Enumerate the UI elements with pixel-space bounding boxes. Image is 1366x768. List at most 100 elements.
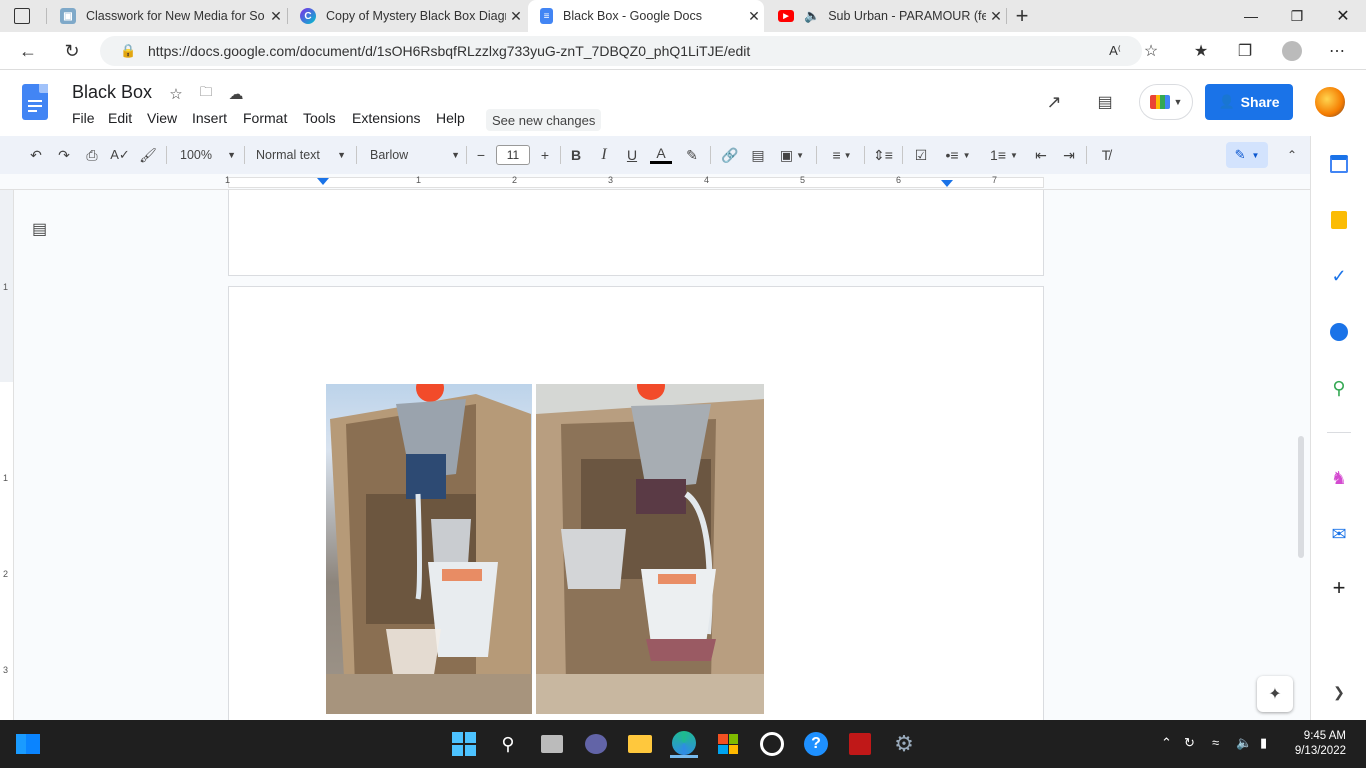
right-indent-marker[interactable]	[941, 180, 953, 187]
sync-icon[interactable]: ↻	[1184, 735, 1195, 751]
keep-icon[interactable]	[1327, 208, 1351, 232]
expand-panel-icon[interactable]: ❯	[1327, 680, 1351, 704]
account-avatar[interactable]	[1313, 85, 1347, 119]
taskbar-clock[interactable]: 9:45 AM 9/13/2022	[1295, 729, 1346, 759]
editing-mode-button[interactable]: ✎ ▼	[1226, 142, 1268, 168]
style-dropdown[interactable]: Normal text ▼	[256, 144, 346, 166]
clear-formatting-icon[interactable]: T̸	[1096, 144, 1116, 166]
menu-edit[interactable]: Edit	[108, 110, 132, 126]
font-size-input[interactable]: 11	[496, 145, 530, 165]
refresh-button[interactable]: ↻	[58, 37, 86, 65]
close-tab-icon[interactable]: ✕	[744, 8, 764, 25]
tab-actions-icon[interactable]	[14, 8, 30, 24]
more-menu-icon[interactable]: ⋯	[1324, 38, 1350, 64]
tab-google-docs[interactable]: ≡ Black Box - Google Docs ✕	[528, 0, 764, 32]
file-explorer-icon[interactable]	[626, 730, 654, 758]
star-icon[interactable]: ☆	[166, 84, 186, 104]
numbered-list-icon[interactable]: 1≡ ▼	[986, 144, 1022, 166]
close-tab-icon[interactable]: ✕	[266, 8, 286, 25]
microsoft-store-icon[interactable]	[714, 730, 742, 758]
unicorn-addon-icon[interactable]: ♞	[1327, 466, 1351, 490]
menu-insert[interactable]: Insert	[192, 110, 227, 126]
comments-icon[interactable]: ▤	[1095, 92, 1115, 112]
increase-font-size-icon[interactable]: +	[536, 144, 554, 166]
font-dropdown[interactable]: Barlow ▼	[370, 144, 460, 166]
app-icon[interactable]	[758, 730, 786, 758]
new-tab-button[interactable]: +	[1012, 3, 1032, 29]
text-color-icon[interactable]: A	[650, 144, 672, 164]
close-tab-icon[interactable]: ✕	[986, 8, 1006, 25]
show-hidden-icons[interactable]: ⌃	[1161, 735, 1172, 751]
favorites-icon[interactable]: ★	[1188, 38, 1214, 64]
url-field[interactable]: 🔒 https://docs.google.com/document/d/1sO…	[100, 36, 1142, 66]
italic-icon[interactable]: I	[594, 144, 614, 166]
zoom-dropdown[interactable]: 100% ▼	[180, 144, 236, 166]
battery-icon[interactable]: ▮	[1260, 735, 1267, 751]
tab-canva[interactable]: C Copy of Mystery Black Box Diagr ✕	[288, 0, 526, 32]
volume-icon[interactable]: 🔈	[1236, 735, 1252, 751]
tab-youtube[interactable]: ▶ 🔈 Sub Urban - PARAMOUR (fe ✕	[766, 0, 1006, 32]
undo-icon[interactable]: ↶	[26, 144, 46, 166]
explore-icon[interactable]: ✦	[1257, 676, 1293, 712]
start-icon[interactable]	[450, 730, 478, 758]
help-icon[interactable]: ?	[802, 730, 830, 758]
document-page[interactable]	[228, 286, 1044, 726]
insert-image-icon[interactable]: ▣ ▼	[776, 144, 808, 166]
add-addon-icon[interactable]: +	[1327, 575, 1351, 600]
menu-help[interactable]: Help	[436, 110, 465, 126]
settings-icon[interactable]: ⚙	[890, 730, 918, 758]
profile-icon[interactable]	[1279, 38, 1305, 64]
align-icon[interactable]: ≡ ▼	[826, 144, 858, 166]
share-button[interactable]: 👤 Share	[1205, 84, 1293, 120]
activity-trend-icon[interactable]: ↗	[1044, 92, 1064, 112]
decrease-font-size-icon[interactable]: −	[472, 144, 490, 166]
menu-format[interactable]: Format	[243, 110, 287, 126]
taskbar-widgets-icon[interactable]	[538, 730, 566, 758]
redo-icon[interactable]: ↷	[54, 144, 74, 166]
calendar-icon[interactable]	[1327, 152, 1351, 176]
tasks-icon[interactable]: ✓	[1327, 264, 1351, 288]
add-comment-icon[interactable]: ▤	[748, 144, 768, 166]
move-folder-icon[interactable]: 🗀	[196, 84, 216, 104]
speaker-icon[interactable]: 🔈	[804, 8, 820, 24]
see-new-changes-button[interactable]: See new changes	[486, 109, 602, 131]
decrease-indent-icon[interactable]: ⇤	[1030, 144, 1052, 166]
black-box-photo-1[interactable]	[326, 384, 532, 714]
docs-logo-icon[interactable]	[22, 84, 48, 120]
meet-button[interactable]: ▼	[1139, 84, 1193, 120]
close-tab-icon[interactable]: ✕	[506, 8, 526, 25]
document-title[interactable]: Black Box	[72, 82, 152, 103]
document-outline-icon[interactable]: ▤	[32, 219, 54, 239]
bulleted-list-icon[interactable]: •≡ ▼	[940, 144, 976, 166]
black-box-photo-2[interactable]	[536, 384, 764, 714]
mail-merge-addon-icon[interactable]: ✉	[1327, 522, 1351, 546]
bold-icon[interactable]: B	[566, 144, 586, 166]
checklist-icon[interactable]: ☑	[910, 144, 932, 166]
collections-icon[interactable]: ❐	[1232, 38, 1258, 64]
add-favorite-icon[interactable]: ☆	[1138, 38, 1164, 64]
tab-classwork[interactable]: ▣ Classwork for New Media for So ✕	[48, 0, 286, 32]
menu-view[interactable]: View	[147, 110, 177, 126]
link-icon[interactable]: 🔗	[720, 144, 740, 166]
back-button[interactable]: ←	[14, 37, 42, 65]
document-scrollbar[interactable]	[1298, 436, 1304, 558]
collapse-toolbar-icon[interactable]: ⌃	[1282, 144, 1302, 166]
contacts-icon[interactable]	[1327, 320, 1351, 344]
menu-tools[interactable]: Tools	[303, 110, 336, 126]
paint-format-icon[interactable]: 🖌	[138, 144, 158, 166]
search-icon[interactable]: ⚲	[494, 730, 522, 758]
edge-icon[interactable]	[670, 730, 698, 758]
document-page[interactable]	[228, 190, 1044, 276]
read-aloud-icon[interactable]: A⁽	[1102, 38, 1128, 64]
print-icon[interactable]: ⎙	[82, 144, 102, 166]
menu-file[interactable]: File	[72, 110, 95, 126]
increase-indent-icon[interactable]: ⇥	[1058, 144, 1080, 166]
line-spacing-icon[interactable]: ⇕≡	[872, 144, 894, 166]
mcafee-icon[interactable]	[846, 730, 874, 758]
task-view-icon[interactable]	[14, 730, 42, 758]
chat-icon[interactable]	[582, 730, 610, 758]
underline-icon[interactable]: U	[622, 144, 642, 166]
minimize-button[interactable]: —	[1228, 0, 1274, 32]
spellcheck-icon[interactable]: A✓	[110, 144, 130, 166]
close-window-button[interactable]: ✕	[1320, 0, 1366, 32]
